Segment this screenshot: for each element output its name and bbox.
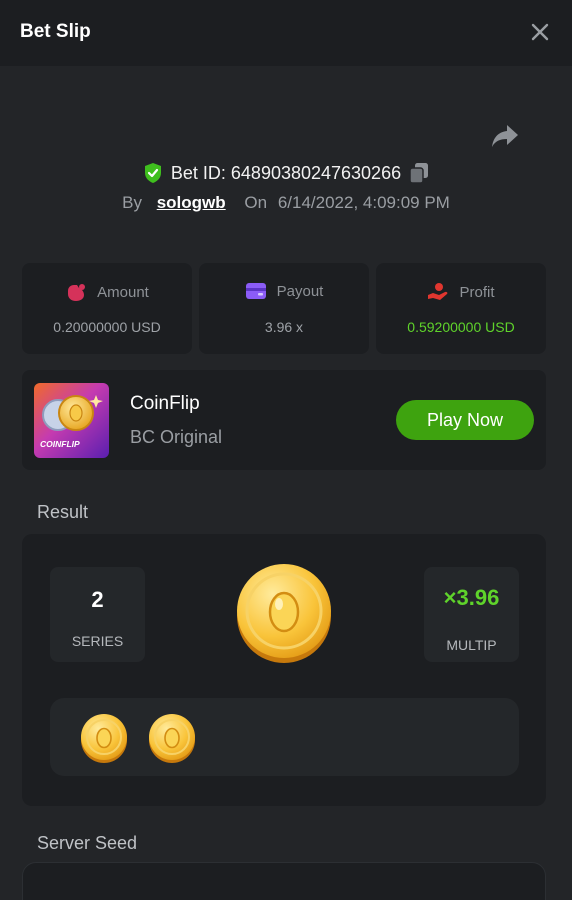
bet-byline: By sologwb On 6/14/2022, 4:09:09 PM: [0, 193, 572, 213]
modal-title: Bet Slip: [20, 21, 91, 42]
stat-value: 0.59200000 USD: [407, 319, 515, 335]
wallet-card-icon: [245, 283, 266, 299]
close-icon[interactable]: [528, 20, 552, 44]
bet-slip-modal: Bet Slip Bet ID: 64890380247630266 By so…: [0, 0, 572, 900]
money-bag-icon: [68, 284, 86, 301]
modal-header: Bet Slip: [0, 0, 572, 66]
bet-id-row: Bet ID: 64890380247630266: [0, 160, 572, 186]
coin-icon: [149, 714, 195, 763]
thumb-logo-text: COINFLIP: [40, 439, 80, 449]
series-label: SERIES: [71, 633, 124, 649]
game-subtitle: BC Original: [130, 427, 223, 447]
share-icon[interactable]: [490, 122, 520, 150]
stat-payout: Payout 3.96 x: [199, 263, 369, 354]
flip-history: [50, 698, 519, 776]
by-label: By: [122, 193, 142, 212]
series-value: 2: [91, 587, 104, 612]
play-now-button[interactable]: Play Now: [396, 400, 534, 440]
stat-label: Payout: [276, 282, 324, 300]
result-label: Result: [37, 502, 89, 522]
stat-amount: Amount 0.20000000 USD: [22, 263, 192, 354]
copy-icon[interactable]: [409, 162, 429, 184]
bet-date: 6/14/2022, 4:09:09 PM: [277, 193, 450, 212]
multiplier-label: MULTIP: [446, 637, 497, 653]
hand-coin-icon: [428, 283, 448, 300]
result-panel: 2 SERIES ×3.96 MULTIP: [22, 534, 546, 806]
server-seed-label: Server Seed: [37, 833, 138, 853]
series-box: 2 SERIES: [50, 567, 145, 662]
bet-stats: Amount 0.20000000 USD Payout 3.96 x Prof…: [22, 263, 546, 354]
username-link[interactable]: sologwb: [157, 193, 226, 212]
game-card: COINFLIP CoinFlip BC Original Play Now: [22, 370, 546, 470]
multiplier-value: ×3.96: [443, 585, 500, 610]
game-name[interactable]: CoinFlip: [130, 393, 200, 415]
stat-label: Profit: [459, 283, 495, 301]
on-label: On: [244, 193, 268, 212]
stat-profit: Profit 0.59200000 USD: [376, 263, 546, 354]
coin-icon: [81, 714, 127, 763]
bet-id-text: Bet ID: 64890380247630266: [170, 162, 402, 183]
coin-icon: [237, 564, 331, 663]
game-thumbnail[interactable]: COINFLIP: [34, 383, 109, 458]
shield-check-icon: [144, 163, 161, 183]
stat-value: 0.20000000 USD: [53, 319, 161, 335]
stat-value: 3.96 x: [264, 319, 304, 335]
stat-label: Amount: [97, 283, 149, 301]
server-seed-field[interactable]: [22, 862, 546, 900]
multiplier-box: ×3.96 MULTIP: [424, 567, 519, 662]
